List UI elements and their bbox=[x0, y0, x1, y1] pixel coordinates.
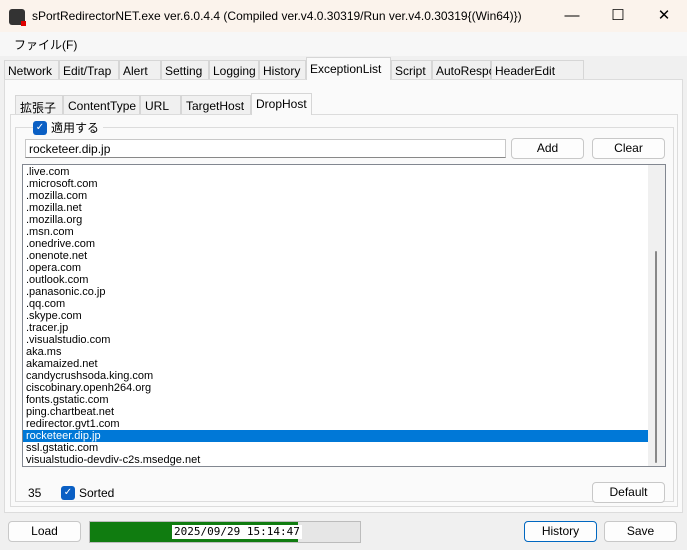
list-item[interactable]: ssl.gstatic.com bbox=[23, 442, 648, 454]
tab-script[interactable]: Script bbox=[391, 60, 432, 79]
default-button[interactable]: Default bbox=[592, 482, 665, 503]
list-item[interactable]: .mozilla.org bbox=[23, 214, 648, 226]
history-button[interactable]: History bbox=[524, 521, 597, 542]
sorted-label: Sorted bbox=[79, 486, 115, 500]
list-item[interactable]: ciscobinary.openh264.org bbox=[23, 382, 648, 394]
vertical-scrollbar[interactable] bbox=[648, 165, 665, 466]
list-item[interactable]: .onenote.net bbox=[23, 250, 648, 262]
inner-tab-4[interactable]: DropHost bbox=[251, 93, 312, 115]
list-item[interactable]: .tracer.jp bbox=[23, 322, 648, 334]
tab-autoresponse[interactable]: AutoResponse bbox=[432, 60, 515, 79]
close-button[interactable]: ✕ bbox=[641, 0, 687, 32]
save-button[interactable]: Save bbox=[604, 521, 677, 542]
apply-label: 適用する bbox=[51, 121, 100, 135]
window-title: sPortRedirectorNET.exe ver.6.0.4.4 (Comp… bbox=[32, 9, 522, 23]
list-item[interactable]: ping.chartbeat.net bbox=[23, 406, 648, 418]
list-item[interactable]: .panasonic.co.jp bbox=[23, 286, 648, 298]
list-item[interactable]: .onedrive.com bbox=[23, 238, 648, 250]
sorted-checkbox[interactable]: ✓ bbox=[61, 486, 75, 500]
checkbox-checked-icon[interactable]: ✓ bbox=[33, 121, 47, 135]
list-item[interactable]: fonts.gstatic.com bbox=[23, 394, 648, 406]
maximize-button[interactable]: ☐ bbox=[595, 0, 641, 32]
list-item[interactable]: .microsoft.com bbox=[23, 178, 648, 190]
app-icon bbox=[9, 9, 26, 26]
inner-tab-3[interactable]: TargetHost bbox=[181, 95, 251, 114]
tab-exceptionlist[interactable]: ExceptionList bbox=[306, 57, 391, 80]
list-item[interactable]: rocketeer.dip.jp bbox=[23, 430, 648, 442]
item-count: 35 bbox=[28, 486, 42, 500]
list-item[interactable]: candycrushsoda.king.com bbox=[23, 370, 648, 382]
tab-edittrap[interactable]: Edit/Trap bbox=[59, 60, 119, 79]
list-item[interactable]: visualstudio-devdiv-c2s.msedge.net bbox=[23, 454, 648, 466]
list-item[interactable]: .mozilla.com bbox=[23, 190, 648, 202]
list-item[interactable]: redirector.gvt1.com bbox=[23, 418, 648, 430]
list-item[interactable]: .mozilla.net bbox=[23, 202, 648, 214]
menu-bar: ファイル(F) bbox=[0, 32, 687, 56]
list-item[interactable]: .live.com bbox=[23, 166, 648, 178]
inner-tab-0[interactable]: 拡張子 bbox=[15, 95, 63, 115]
list-item[interactable]: .qq.com bbox=[23, 298, 648, 310]
progress-bar: 2025/09/29 15:14:47 bbox=[89, 521, 361, 543]
list-item[interactable]: akamaized.net bbox=[23, 358, 648, 370]
list-item[interactable]: aka.ms bbox=[23, 346, 648, 358]
tab-setting[interactable]: Setting bbox=[161, 60, 209, 79]
tab-logging[interactable]: Logging bbox=[209, 60, 259, 79]
title-bar: sPortRedirectorNET.exe ver.6.0.4.4 (Comp… bbox=[0, 0, 687, 32]
list-item[interactable]: .msn.com bbox=[23, 226, 648, 238]
tab-history[interactable]: History bbox=[259, 60, 306, 79]
list-item[interactable]: .skype.com bbox=[23, 310, 648, 322]
inner-tab-2[interactable]: URL bbox=[140, 95, 181, 114]
minimize-button[interactable]: — bbox=[549, 0, 595, 32]
apply-checkbox[interactable]: ✓ 適用する bbox=[33, 120, 104, 136]
list-item[interactable]: .outlook.com bbox=[23, 274, 648, 286]
menu-file[interactable]: ファイル(F) bbox=[14, 36, 77, 53]
inner-tab-1[interactable]: ContentType bbox=[63, 95, 140, 114]
scrollbar-thumb[interactable] bbox=[655, 251, 657, 463]
tab-network[interactable]: Network bbox=[4, 60, 59, 79]
clear-button[interactable]: Clear bbox=[592, 138, 665, 159]
load-button[interactable]: Load bbox=[8, 521, 81, 542]
add-button[interactable]: Add bbox=[511, 138, 584, 159]
drophost-list[interactable]: .live.com .microsoft.com .mozilla.com .mozi… bbox=[22, 164, 666, 467]
tab-headeredit[interactable]: HeaderEdit bbox=[491, 60, 584, 79]
progress-timestamp: 2025/09/29 15:14:47 bbox=[172, 525, 302, 539]
host-input[interactable] bbox=[25, 139, 506, 158]
tab-alert[interactable]: Alert bbox=[119, 60, 161, 79]
list-item[interactable]: .visualstudio.com bbox=[23, 334, 648, 346]
list-item[interactable]: .opera.com bbox=[23, 262, 648, 274]
